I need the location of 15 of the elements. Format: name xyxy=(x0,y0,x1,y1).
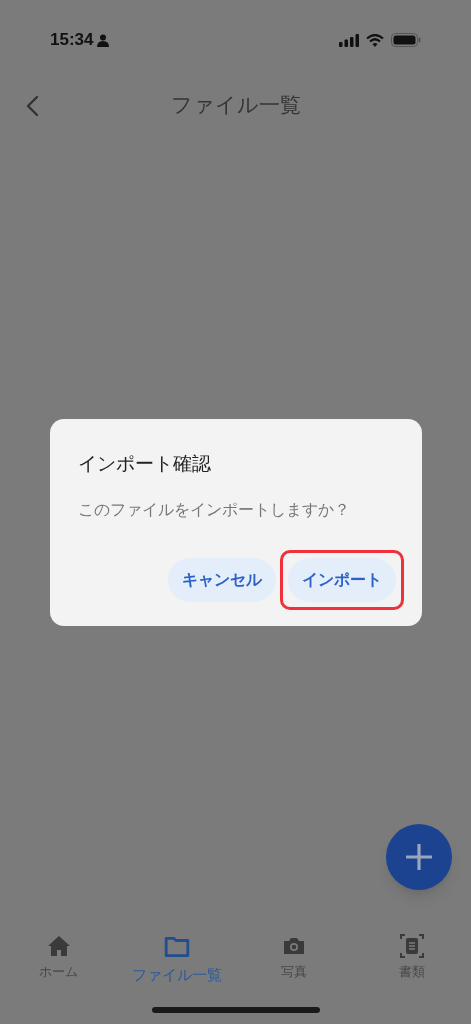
battery-icon xyxy=(391,33,421,47)
status-time: 15:34 xyxy=(50,29,94,52)
dialog-button[interactable]: インポート xyxy=(287,557,396,602)
back-icon[interactable] xyxy=(25,95,39,117)
dialog-button[interactable]: キャンセル xyxy=(167,557,276,602)
signal-icon xyxy=(339,33,359,47)
dialog-title: インポート確認 xyxy=(77,451,212,476)
wifi-icon xyxy=(366,33,384,47)
person-icon xyxy=(97,33,110,47)
header-title: ファイル一覧 xyxy=(170,92,301,120)
document-scan-icon xyxy=(400,934,425,958)
tab-item[interactable]: ファイル一覧 xyxy=(117,934,236,987)
home-icon xyxy=(46,934,71,958)
plus-icon xyxy=(405,843,433,871)
dialog-message: このファイルをインポートしますか？ xyxy=(77,498,351,521)
